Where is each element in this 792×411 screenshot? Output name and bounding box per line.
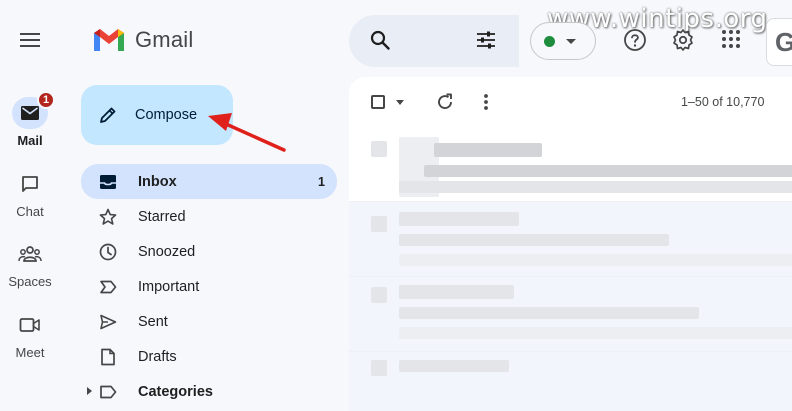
search-options-button[interactable]: [475, 29, 497, 56]
nav-label: Drafts: [138, 348, 177, 365]
mail-row[interactable]: [349, 352, 792, 411]
nav-item-important[interactable]: Important: [81, 269, 337, 304]
search-bar[interactable]: [349, 15, 519, 67]
chat-icon: [22, 176, 38, 192]
mail-nav: Inbox 1 Starred Snoozed Important Sent D…: [81, 164, 337, 409]
inbox-icon: [100, 174, 116, 189]
draft-icon: [101, 348, 115, 365]
mail-icon: [21, 106, 39, 120]
more-vert-icon: [484, 94, 488, 110]
redacted-content: [399, 212, 519, 226]
redacted-content: [399, 285, 514, 299]
nav-item-drafts[interactable]: Drafts: [81, 339, 337, 374]
logo-text: Gmail: [135, 27, 194, 52]
important-icon: [100, 280, 117, 293]
rail-item-spaces[interactable]: Spaces: [0, 238, 60, 289]
search-icon: [370, 30, 390, 50]
gmail-logo[interactable]: Gmail: [92, 25, 193, 55]
compose-label: Compose: [135, 107, 198, 123]
spaces-icon: [18, 246, 42, 262]
chevron-down-icon: [566, 38, 576, 44]
main-menu-button[interactable]: [10, 20, 50, 60]
expand-caret-icon[interactable]: [87, 387, 92, 395]
redacted-content: [424, 165, 792, 177]
redacted-content: [399, 307, 699, 319]
gmail-m-icon: [94, 29, 124, 51]
mail-row[interactable]: [349, 277, 792, 352]
mail-row[interactable]: [349, 127, 792, 202]
mail-unread-badge: 1: [37, 91, 55, 109]
compose-button[interactable]: Compose: [81, 85, 233, 145]
nav-label: Starred: [138, 208, 186, 225]
rail-item-chat[interactable]: Chat: [0, 168, 60, 219]
rail-item-label: Mail: [17, 133, 43, 148]
pagination-info: 1–50 of 10,770: [681, 95, 765, 109]
row-checkbox[interactable]: [371, 141, 387, 157]
refresh-button[interactable]: [435, 92, 455, 117]
meet-icon: [19, 318, 40, 332]
redacted-content: [399, 254, 792, 266]
tune-icon: [477, 31, 495, 49]
row-checkbox[interactable]: [371, 360, 387, 376]
rail-item-meet[interactable]: Meet: [0, 309, 60, 360]
nav-item-inbox[interactable]: Inbox 1: [81, 164, 337, 199]
nav-label: Sent: [138, 313, 168, 330]
rail-item-label: Meet: [15, 345, 45, 360]
select-options-chevron-icon[interactable]: [396, 100, 404, 105]
send-icon: [100, 314, 117, 329]
help-icon: [624, 29, 646, 51]
redacted-content: [399, 181, 792, 193]
nav-label: Important: [138, 278, 200, 295]
settings-button[interactable]: [671, 28, 695, 57]
redacted-content: [399, 234, 669, 246]
row-checkbox[interactable]: [371, 216, 387, 232]
nav-label: Snoozed: [138, 243, 196, 260]
rail-item-label: Spaces: [8, 274, 52, 289]
more-button[interactable]: [483, 92, 489, 117]
nav-label: Inbox: [138, 173, 177, 190]
inbox-count: 1: [318, 174, 325, 189]
nav-item-sent[interactable]: Sent: [81, 304, 337, 339]
mail-list-panel: 1–50 of 10,770: [349, 77, 792, 411]
rail-item-label: Chat: [16, 204, 44, 219]
nav-item-snoozed[interactable]: Snoozed: [81, 234, 337, 269]
row-checkbox[interactable]: [371, 287, 387, 303]
left-rail: 1 Mail Chat Spaces Meet: [0, 0, 68, 411]
nav-item-starred[interactable]: Starred: [81, 199, 337, 234]
redacted-content: [399, 360, 509, 372]
hamburger-icon: [20, 33, 40, 47]
account-button[interactable]: G: [766, 18, 792, 66]
status-active-dot: [544, 35, 555, 47]
apps-button[interactable]: [720, 28, 742, 55]
redacted-content: [399, 327, 792, 339]
nav-label: Categories: [138, 383, 213, 400]
mail-toolbar: 1–50 of 10,770: [349, 77, 792, 127]
rail-item-mail[interactable]: 1 Mail: [0, 91, 60, 148]
select-all-checkbox[interactable]: [371, 95, 385, 109]
redacted-content: [434, 143, 542, 157]
apps-grid-icon: [722, 30, 740, 48]
pencil-icon: [100, 107, 116, 123]
nav-item-categories[interactable]: Categories: [81, 374, 337, 409]
star-icon: [99, 208, 117, 225]
label-icon: [100, 385, 117, 398]
clock-icon: [99, 243, 117, 260]
mail-row[interactable]: [349, 202, 792, 277]
support-button[interactable]: [623, 28, 647, 57]
search-button[interactable]: [369, 29, 391, 56]
status-selector[interactable]: [530, 22, 596, 60]
refresh-icon: [438, 93, 452, 109]
gear-icon: [673, 29, 693, 51]
